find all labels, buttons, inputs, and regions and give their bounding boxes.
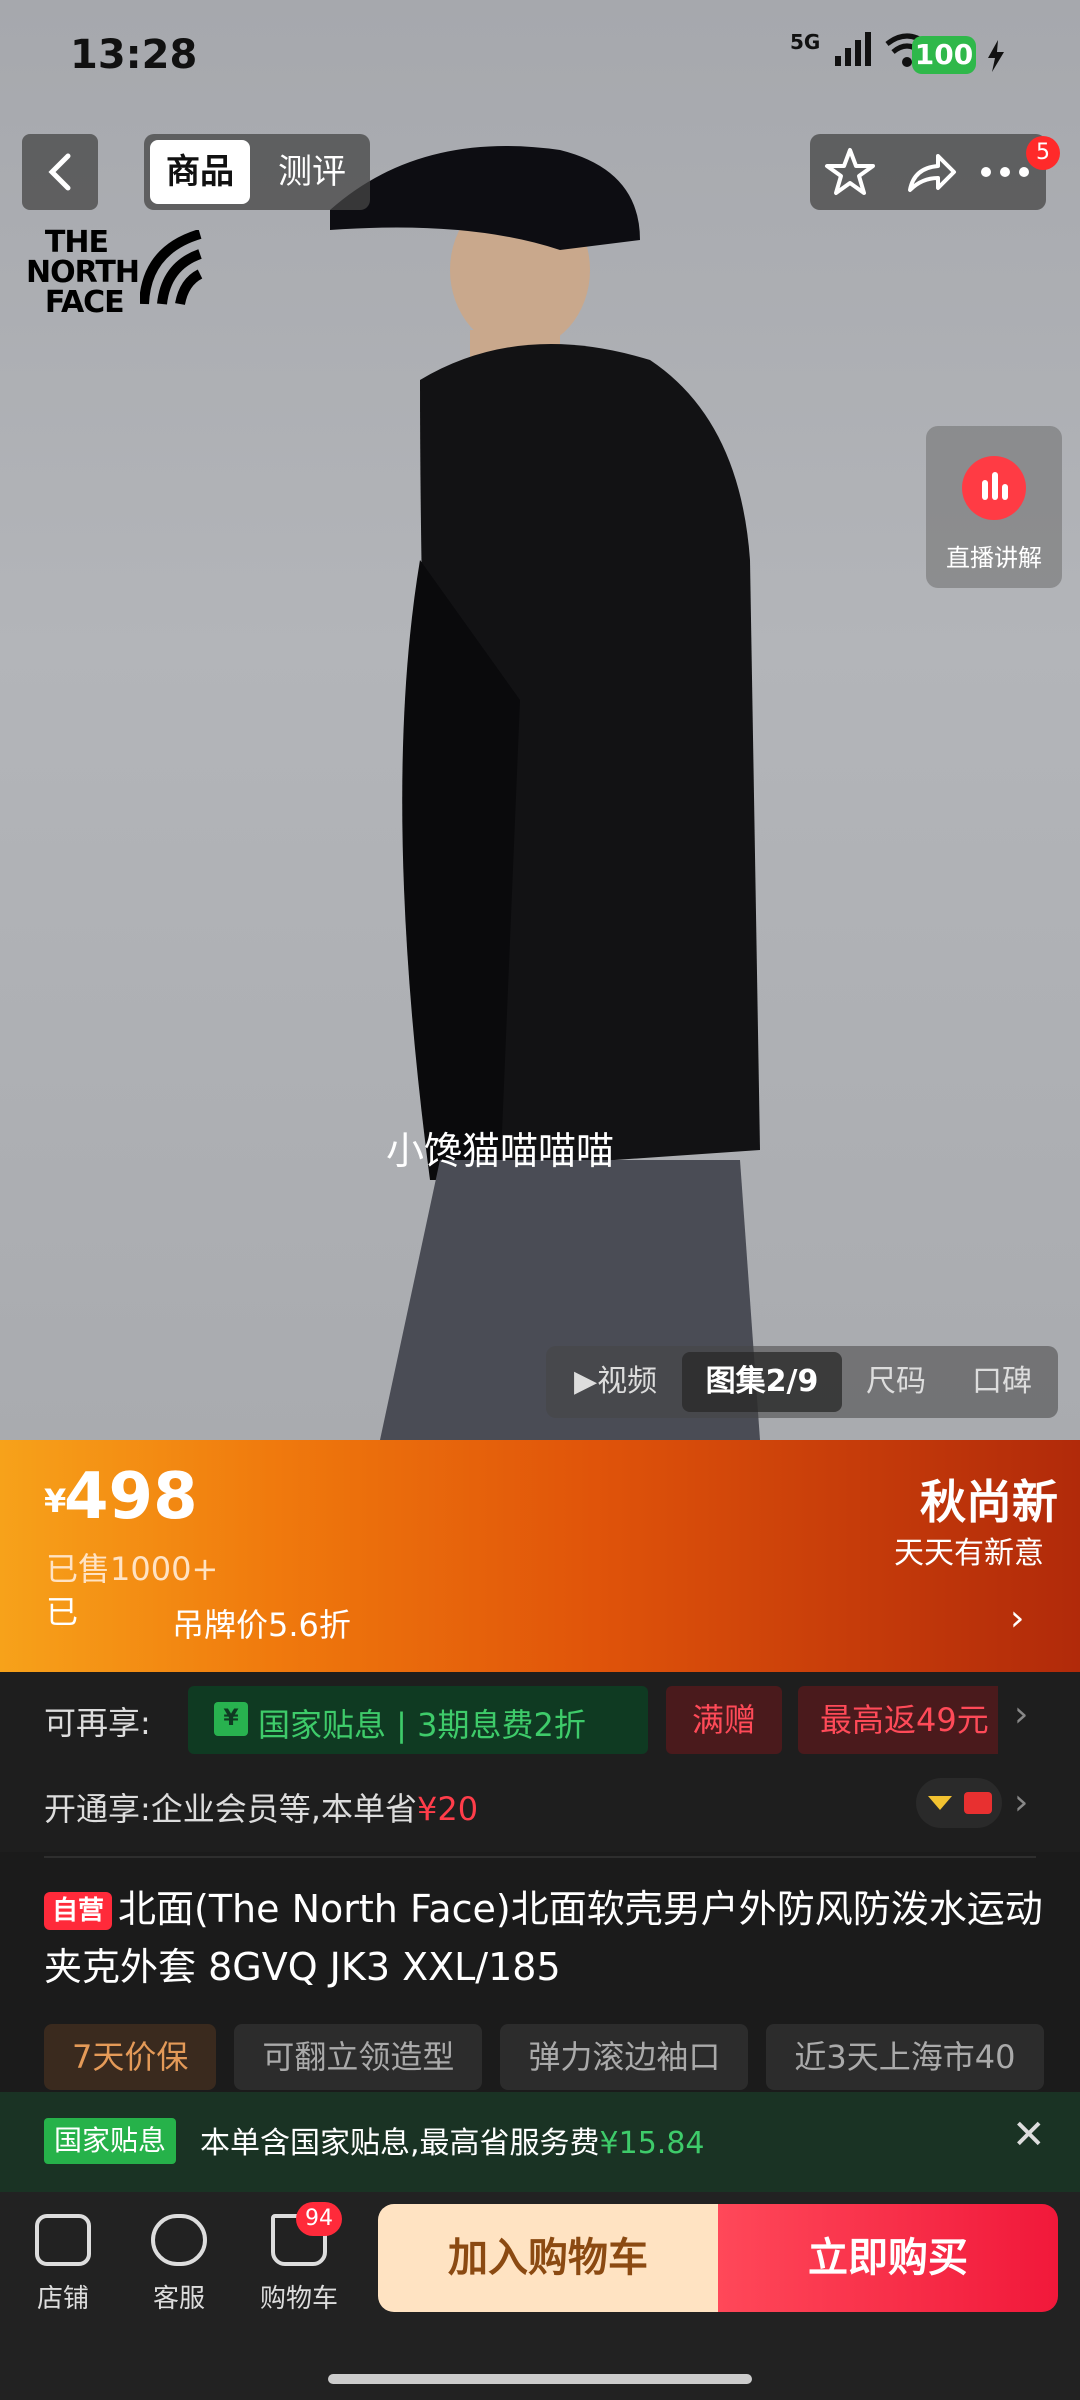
notice-amount: ¥15.84 — [599, 2126, 705, 2161]
service-label: 客服 — [152, 2284, 205, 2314]
subsidy-icon: ¥ — [214, 1702, 248, 1736]
media-tab-video-label: 视频 — [597, 1364, 658, 1399]
live-label: 直播讲解 — [946, 544, 1042, 572]
feature-tags: 7天价保 可翻立领造型 弹力滚边袖口 近3天上海市40 — [44, 2024, 1080, 2094]
close-icon[interactable]: ✕ — [1012, 2112, 1046, 2158]
subsidy-notice: 国家贴息 本单含国家贴息,最高省服务费¥15.84 ✕ — [0, 2092, 1080, 2192]
chevron-right-icon: › — [1014, 1782, 1029, 1823]
chevron-right-icon: › — [1010, 1598, 1025, 1639]
tag-chip[interactable]: 近3天上海市40 — [766, 2024, 1044, 2090]
tag-chip[interactable]: 7天价保 — [44, 2024, 217, 2090]
network-label: 5G — [790, 30, 821, 54]
tab-review[interactable]: 测评 — [262, 140, 362, 204]
notice-badge: 国家贴息 — [44, 2118, 177, 2164]
status-time: 13:28 — [70, 32, 198, 78]
self-operated-badge: 自营 — [44, 1892, 113, 1930]
star-icon[interactable] — [820, 142, 880, 202]
discount-text: 吊牌价5.6折 — [172, 1606, 351, 1644]
play-icon: ▶ — [574, 1364, 598, 1399]
image-watermark: 小馋猫喵喵喵 — [385, 1129, 614, 1173]
home-indicator[interactable] — [328, 2374, 752, 2384]
brand-logo-mark — [140, 230, 203, 306]
membership-icons — [916, 1778, 1002, 1828]
more-badge: 5 — [1026, 136, 1060, 170]
rebate-chip[interactable]: 最高返49元 — [798, 1686, 998, 1754]
chevron-left-icon — [48, 153, 71, 191]
store-button[interactable]: 店铺 — [8, 2204, 118, 2315]
media-tabs: ▶视频 图集2/9 尺码 口碑 — [546, 1346, 1058, 1418]
live-explain-button[interactable]: 直播讲解 — [926, 426, 1062, 588]
membership-row[interactable]: 开通享:企业会员等,本单省¥20 › — [0, 1768, 1080, 1852]
service-button[interactable]: 客服 — [124, 2204, 234, 2315]
membership-save: ¥20 — [416, 1790, 479, 1828]
product-title: 自营 北面(The North Face)北面软壳男户外防风防泼水运动夹克外套 8… — [44, 1880, 1044, 1996]
back-button[interactable] — [22, 134, 98, 210]
media-tab-reviews[interactable]: 口碑 — [972, 1346, 1032, 1418]
cart-count-badge: 94 — [296, 2202, 342, 2236]
product-photo — [330, 146, 760, 1440]
price-banner[interactable]: ¥ 498 已售1000+ 已享受 吊牌价5.6折 秋尚新 天天有新意 › — [0, 1440, 1080, 1672]
sold-count: 已售1000+ — [46, 1550, 219, 1588]
page-tabs: 商品 测评 — [144, 134, 370, 210]
battery-indicator: 100 — [912, 36, 976, 74]
notice-text: 本单含国家贴息,最高省服务费¥15.84 — [200, 2118, 705, 2162]
subsidy-chip[interactable]: ¥ 国家贴息 | 3期息费2折 — [188, 1686, 648, 1754]
tab-goods[interactable]: 商品 — [150, 140, 250, 204]
media-tab-gallery[interactable]: 图集2/9 — [682, 1352, 842, 1412]
status-bar: 13:28 5G 100 — [0, 0, 1080, 110]
add-to-cart-button[interactable]: 加入购物车 — [378, 2204, 718, 2312]
media-tab-size[interactable]: 尺码 — [866, 1346, 926, 1418]
price-value: 498 — [64, 1460, 198, 1534]
smile-icon — [151, 2214, 207, 2266]
price-currency: ¥ — [44, 1482, 67, 1520]
media-tab-video[interactable]: ▶视频 — [574, 1346, 657, 1418]
tag-chip[interactable]: 弹力滚边袖口 — [500, 2024, 749, 2090]
charging-icon — [988, 40, 1004, 72]
promo-title: 秋尚新 — [920, 1475, 1058, 1529]
offers-row[interactable]: 可再享: ¥ 国家贴息 | 3期息费2折 满赠 最高返49元 › — [0, 1672, 1080, 1768]
cart-label: 购物车 — [259, 2284, 338, 2314]
store-icon — [35, 2214, 91, 2266]
brand-logo: THE NORTH FACE — [26, 225, 140, 320]
divider — [44, 1856, 1036, 1858]
tag-chip[interactable]: 可翻立领造型 — [234, 2024, 483, 2090]
notice-label: 本单含国家贴息,最高省服务费 — [200, 2126, 600, 2161]
share-icon[interactable] — [900, 142, 960, 202]
product-title-text: 北面(The North Face)北面软壳男户外防风防泼水运动夹克外套 8GV… — [44, 1887, 1043, 1989]
chevron-right-icon: › — [1014, 1694, 1029, 1735]
live-icon — [962, 456, 1026, 520]
offers-label: 可再享: — [44, 1704, 151, 1742]
enjoyed-label: 已享受 — [46, 1596, 79, 1628]
product-image-carousel[interactable] — [0, 0, 1080, 1440]
membership-label: 开通享:企业会员等,本单省 — [44, 1790, 417, 1828]
store-label: 店铺 — [36, 2284, 89, 2314]
membership-text: 开通享:企业会员等,本单省¥20 — [44, 1784, 478, 1830]
promo-subtitle: 天天有新意 — [894, 1536, 1044, 1571]
top-actions — [810, 134, 1046, 210]
subsidy-text: 国家贴息 | 3期息费2折 — [258, 1706, 586, 1744]
bottom-action-bar: 店铺 客服 购物车 94 加入购物车 立即购买 — [0, 2192, 1080, 2400]
buy-now-button[interactable]: 立即购买 — [718, 2204, 1058, 2312]
gift-chip[interactable]: 满赠 — [666, 1686, 782, 1754]
